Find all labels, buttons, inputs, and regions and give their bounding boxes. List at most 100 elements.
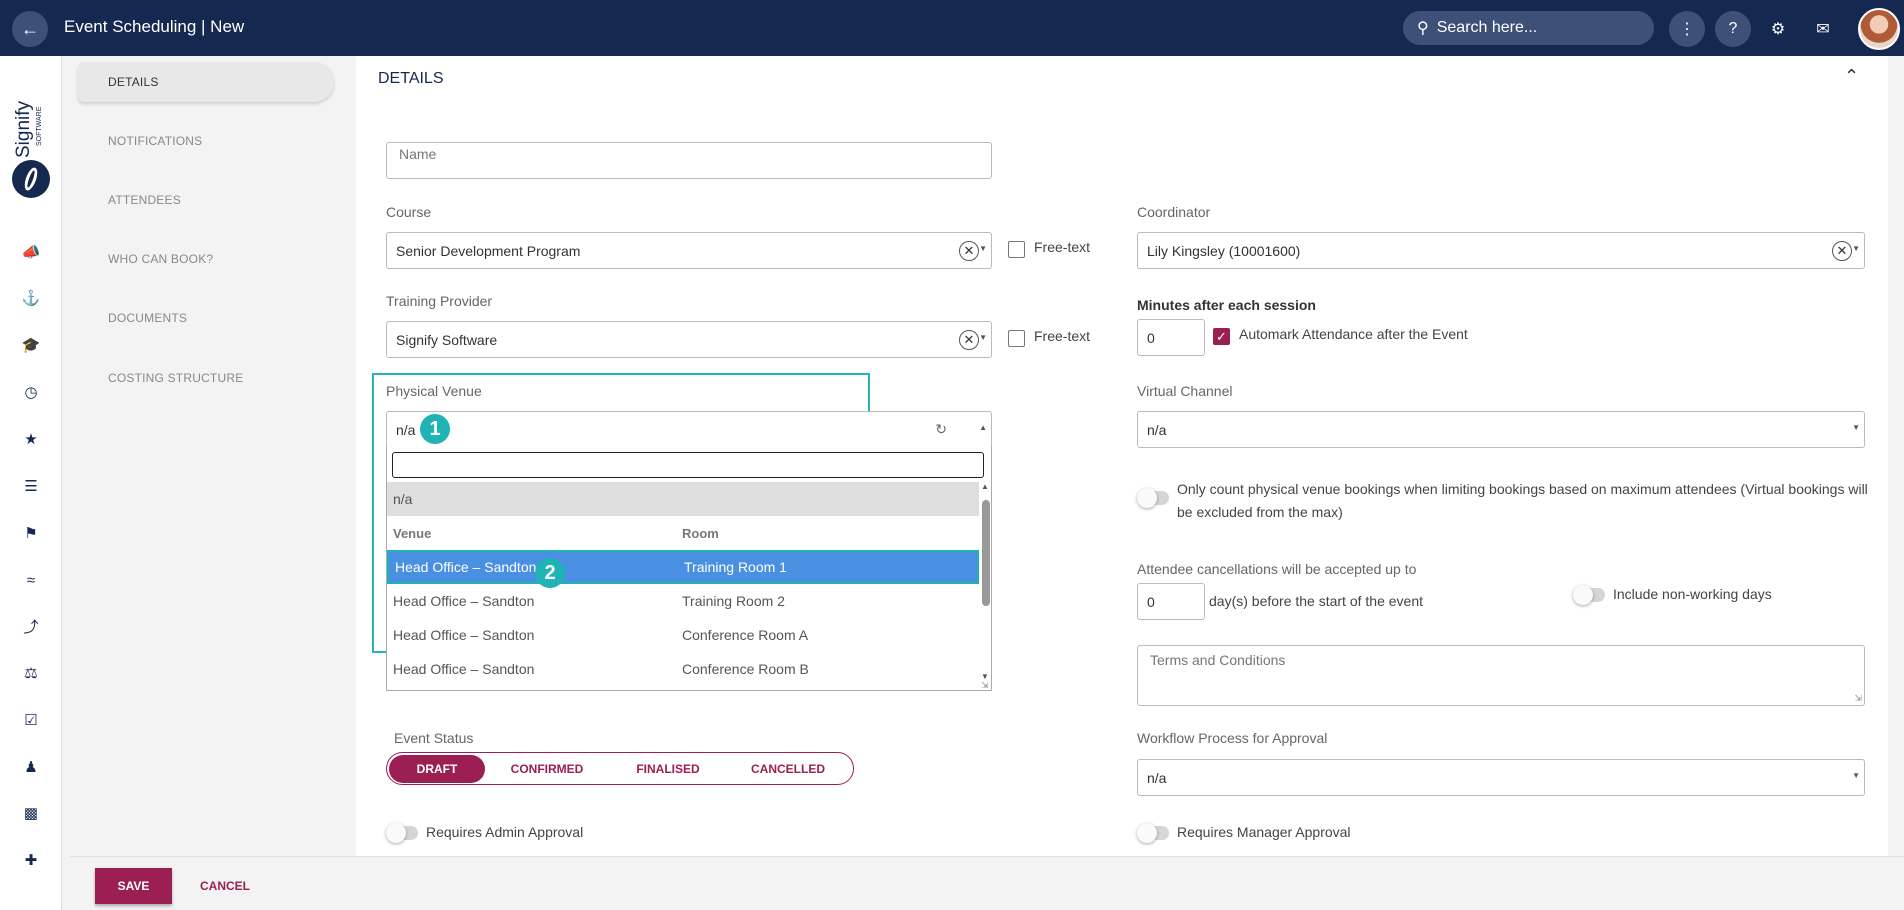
section-documents[interactable]: DOCUMENTS <box>78 298 334 338</box>
venue-option-na[interactable]: n/a <box>387 482 979 516</box>
search-box[interactable]: ⚲ Search here... <box>1403 11 1654 45</box>
section-nav: DETAILS NOTIFICATIONS ATTENDEES WHO CAN … <box>70 56 342 856</box>
laptop-icon[interactable]: ▩ <box>20 802 42 824</box>
clear-icon[interactable]: ✕ <box>959 241 979 261</box>
cancellations-label: Attendee cancellations will be accepted … <box>1137 561 1417 577</box>
caret-up-icon[interactable]: ▲ <box>979 423 987 432</box>
venue-option-row[interactable]: Head Office – Sandton Conference Room A <box>387 618 979 652</box>
handshake-icon[interactable]: ≈ <box>20 569 42 591</box>
icon-rail: Signify SOFTWARE 📣 ⚓ 🎓 ◷ ★ ☰ ⚑ ≈ ⤴ ⚖ ☑ ♟… <box>0 56 62 910</box>
speedometer-icon[interactable]: ◷ <box>20 381 42 403</box>
provider-label: Training Provider <box>386 293 493 309</box>
admin-approval-label: Requires Admin Approval <box>426 824 584 840</box>
step-badge-1: 1 <box>420 414 450 444</box>
caret-down-icon[interactable]: ▼ <box>1852 423 1860 432</box>
caret-down-icon[interactable]: ▼ <box>979 333 987 342</box>
course-value: Senior Development Program <box>396 242 581 259</box>
footer-bar: SAVE CANCEL <box>70 856 1904 910</box>
back-arrow-icon[interactable]: ← <box>12 11 48 47</box>
virtual-channel-label: Virtual Channel <box>1137 383 1233 399</box>
venue-option-row[interactable]: Head Office – Sandton Training Room 2 <box>387 584 979 618</box>
terms-textarea[interactable]: Terms and Conditions ⇲ <box>1137 645 1865 706</box>
chevron-up-icon[interactable]: ⌃ <box>1844 66 1859 87</box>
manager-approval-toggle[interactable] <box>1137 823 1169 843</box>
status-confirmed[interactable]: CONFIRMED <box>485 755 609 783</box>
only-count-label: Only count physical venue bookings when … <box>1177 481 1868 520</box>
user-plus-icon[interactable]: ✚ <box>20 849 42 871</box>
only-count-toggle[interactable] <box>1137 488 1169 508</box>
clear-icon[interactable]: ✕ <box>1832 241 1852 261</box>
mail-icon[interactable]: ✉ <box>1805 11 1841 47</box>
coordinator-value: Lily Kingsley (10001600) <box>1147 242 1301 259</box>
section-details[interactable]: DETAILS <box>78 62 334 102</box>
search-icon: ⚲ <box>1417 20 1429 37</box>
section-who-can-book[interactable]: WHO CAN BOOK? <box>78 239 334 279</box>
cancel-button[interactable]: CANCEL <box>200 868 250 904</box>
signify-logo: Signify SOFTWARE <box>10 86 52 198</box>
sliders-icon[interactable]: ☰ <box>20 475 42 497</box>
resize-grip-icon[interactable]: ⇲ <box>981 680 989 691</box>
user-key-icon[interactable]: ♟ <box>20 756 42 778</box>
section-costing-structure[interactable]: COSTING STRUCTURE <box>78 358 334 398</box>
course-free-text-checkbox[interactable] <box>1008 241 1025 258</box>
section-attendees[interactable]: ATTENDEES <box>78 180 334 220</box>
graduation-cap-icon[interactable]: 🎓 <box>20 334 42 356</box>
venue-value: n/a <box>396 421 416 438</box>
calendar-check-icon[interactable]: ☑ <box>20 709 42 731</box>
admin-approval-toggle[interactable] <box>386 823 418 843</box>
megaphone-icon[interactable]: 📣 <box>20 241 42 263</box>
help-icon[interactable]: ? <box>1715 11 1751 47</box>
status-finalised[interactable]: FINALISED <box>609 755 727 783</box>
venue-option-row[interactable]: Head Office – Sandton Conference Room B <box>387 652 979 686</box>
status-cancelled[interactable]: CANCELLED <box>727 755 849 783</box>
venue-dropdown: n/a Venue Room Head Office – Sandton Tra… <box>386 446 992 691</box>
provider-value: Signify Software <box>396 331 498 348</box>
loading-spinner-icon: ↻ <box>935 421 947 437</box>
automark-label: Automark Attendance after the Event <box>1239 326 1468 342</box>
event-status-label: Event Status <box>394 730 474 746</box>
save-button[interactable]: SAVE <box>95 868 172 904</box>
venue-select[interactable]: n/a ↻ ▲ <box>386 411 992 448</box>
manager-approval-label: Requires Manager Approval <box>1177 824 1351 840</box>
section-notifications[interactable]: NOTIFICATIONS <box>78 121 334 161</box>
cancellations-input[interactable]: 0 <box>1137 583 1205 620</box>
provider-select[interactable]: Signify Software ✕ ▼ <box>386 321 992 358</box>
step-badge-2: 2 <box>535 558 565 588</box>
scales-icon[interactable]: ⚖ <box>20 662 42 684</box>
podium-icon[interactable]: ⚓ <box>20 287 42 309</box>
dropdown-scrollbar[interactable]: ▲ ▼ <box>981 482 991 684</box>
event-status-control: DRAFT CONFIRMED FINALISED CANCELLED <box>386 752 854 785</box>
caret-down-icon[interactable]: ▼ <box>979 244 987 253</box>
course-free-text-label: Free-text <box>1034 239 1091 255</box>
workflow-select[interactable]: n/a ▼ <box>1137 759 1865 796</box>
non-working-days-toggle[interactable] <box>1573 585 1605 605</box>
resize-grip-icon[interactable]: ⇲ <box>1854 693 1862 704</box>
venue-search-input[interactable] <box>392 452 984 478</box>
coordinator-label: Coordinator <box>1137 204 1211 220</box>
more-vertical-icon[interactable]: ⋮ <box>1669 11 1705 47</box>
clear-icon[interactable]: ✕ <box>959 330 979 350</box>
caret-down-icon[interactable]: ▼ <box>1852 244 1860 253</box>
non-working-days-label: Include non-working days <box>1613 586 1772 602</box>
venue-column-headers: Venue Room <box>393 525 719 541</box>
caret-down-icon[interactable]: ▼ <box>1852 771 1860 780</box>
name-field[interactable]: Name <box>386 142 992 179</box>
star-icon[interactable]: ★ <box>20 428 42 450</box>
venue-option-row[interactable]: Head Office – Sandton Training Room 1 <box>387 550 979 584</box>
search-placeholder: Search here... <box>1436 19 1538 36</box>
status-draft[interactable]: DRAFT <box>389 754 485 783</box>
course-select[interactable]: Senior Development Program ✕ ▼ <box>386 232 992 269</box>
gear-icon[interactable]: ⚙ <box>1760 11 1796 47</box>
route-icon[interactable]: ⤴ <box>20 615 42 637</box>
coordinator-select[interactable]: Lily Kingsley (10001600) ✕ ▼ <box>1137 232 1865 269</box>
minutes-input[interactable]: 0 <box>1137 319 1205 356</box>
avatar[interactable] <box>1858 8 1900 50</box>
signpost-icon[interactable]: ⚑ <box>20 522 42 544</box>
automark-checkbox[interactable]: ✓ <box>1213 328 1230 345</box>
page-title: Event Scheduling | New <box>64 17 245 36</box>
virtual-channel-select[interactable]: n/a ▼ <box>1137 411 1865 448</box>
top-bar: ← Event Scheduling | New ⚲ Search here..… <box>0 0 1904 56</box>
provider-free-text-label: Free-text <box>1034 328 1091 344</box>
section-title: DETAILS <box>378 70 444 87</box>
provider-free-text-checkbox[interactable] <box>1008 330 1025 347</box>
